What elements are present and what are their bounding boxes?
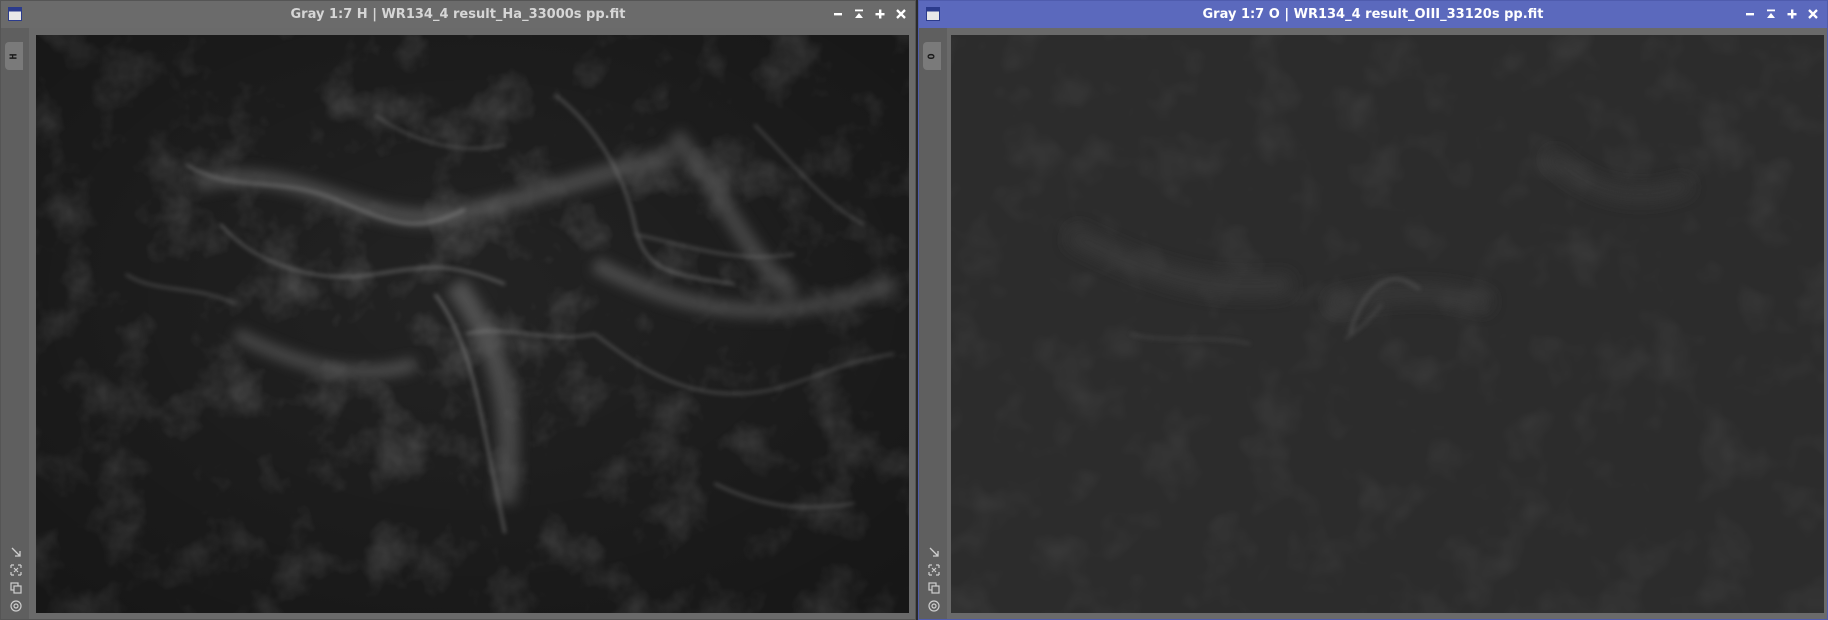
window-titlebar[interactable]: Gray 1:7 O | WR134_4 result_OIII_33120s … (919, 1, 1827, 28)
fit-view-button[interactable] (927, 563, 941, 577)
minimize-button[interactable] (829, 5, 846, 23)
maximize-icon (875, 9, 884, 19)
window-titlebar[interactable]: Gray 1:7 H | WR134_4 result_Ha_33000s pp… (1, 1, 915, 28)
clone-button[interactable] (9, 581, 23, 595)
target-icon (928, 600, 940, 612)
close-icon (1807, 9, 1818, 19)
maximize-button[interactable] (1783, 5, 1800, 23)
maximize-button[interactable] (871, 5, 888, 23)
oiii-nebula-image (951, 35, 1824, 613)
fit-view-button[interactable] (9, 563, 23, 577)
target-button[interactable] (927, 599, 941, 613)
clone-icon (928, 582, 940, 594)
fit-view-icon (10, 564, 22, 576)
window-title: Gray 1:7 H | WR134_4 result_Ha_33000s pp… (290, 7, 626, 22)
expand-icon (929, 547, 939, 557)
target-icon (10, 600, 22, 612)
minimize-icon (1745, 13, 1754, 16)
expand-button[interactable] (9, 545, 23, 559)
target-button[interactable] (9, 599, 23, 613)
view-id-label: H (8, 52, 20, 60)
fit-view-icon (928, 564, 940, 576)
minimize-button[interactable] (1741, 5, 1758, 23)
image-window-ha[interactable]: Gray 1:7 H | WR134_4 result_Ha_33000s pp… (0, 0, 916, 620)
ha-nebula-image (36, 35, 909, 613)
shade-button[interactable] (850, 5, 867, 23)
view-side-strip: O (919, 28, 947, 619)
window-title: Gray 1:7 O | WR134_4 result_OIII_33120s … (1202, 7, 1544, 22)
shade-icon (854, 9, 863, 18)
window-icon[interactable] (8, 7, 22, 21)
minimize-icon (833, 13, 842, 16)
expand-icon (11, 547, 21, 557)
image-window-oiii[interactable]: Gray 1:7 O | WR134_4 result_OIII_33120s … (918, 0, 1828, 620)
close-button[interactable] (892, 5, 909, 23)
view-id-tab[interactable]: H (5, 42, 23, 70)
close-icon (895, 9, 906, 19)
clone-icon (10, 582, 22, 594)
maximize-icon (1787, 9, 1796, 19)
expand-button[interactable] (927, 545, 941, 559)
clone-button[interactable] (927, 581, 941, 595)
shade-button[interactable] (1762, 5, 1779, 23)
view-id-label: O (926, 52, 938, 60)
view-side-strip: H (1, 28, 29, 619)
window-icon[interactable] (926, 7, 940, 21)
oiii-image-canvas[interactable] (951, 35, 1824, 613)
view-id-tab[interactable]: O (923, 42, 941, 70)
ha-image-canvas[interactable] (36, 35, 909, 613)
shade-icon (1766, 9, 1775, 18)
close-button[interactable] (1804, 5, 1821, 23)
